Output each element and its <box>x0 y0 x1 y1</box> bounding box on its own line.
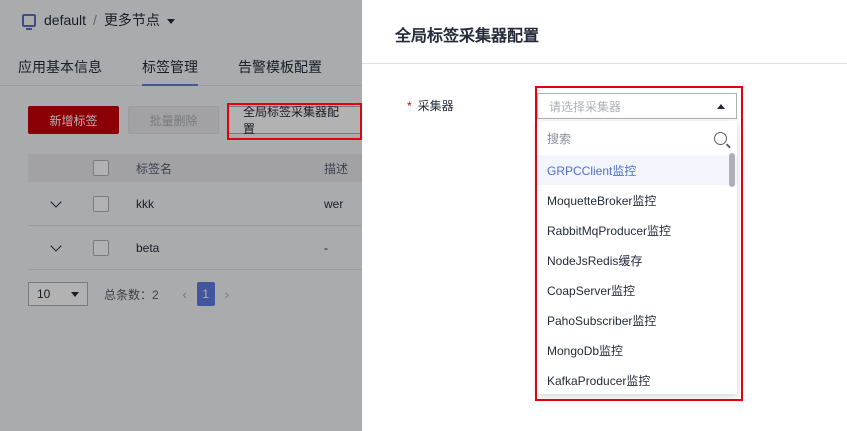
required-mark: * <box>407 99 412 113</box>
collector-label-text: 采集器 <box>417 99 454 113</box>
drawer-title: 全局标签采集器配置 <box>395 28 540 45</box>
app-background-page: default / 更多节点 应用基本信息 标签管理 告警模板配置 新增标签 批… <box>0 0 362 431</box>
highlight-box <box>227 103 362 140</box>
divider <box>362 63 847 64</box>
collector-field-label: * 采集器 <box>407 97 454 114</box>
modal-overlay[interactable] <box>0 0 362 431</box>
highlight-box <box>535 86 743 401</box>
